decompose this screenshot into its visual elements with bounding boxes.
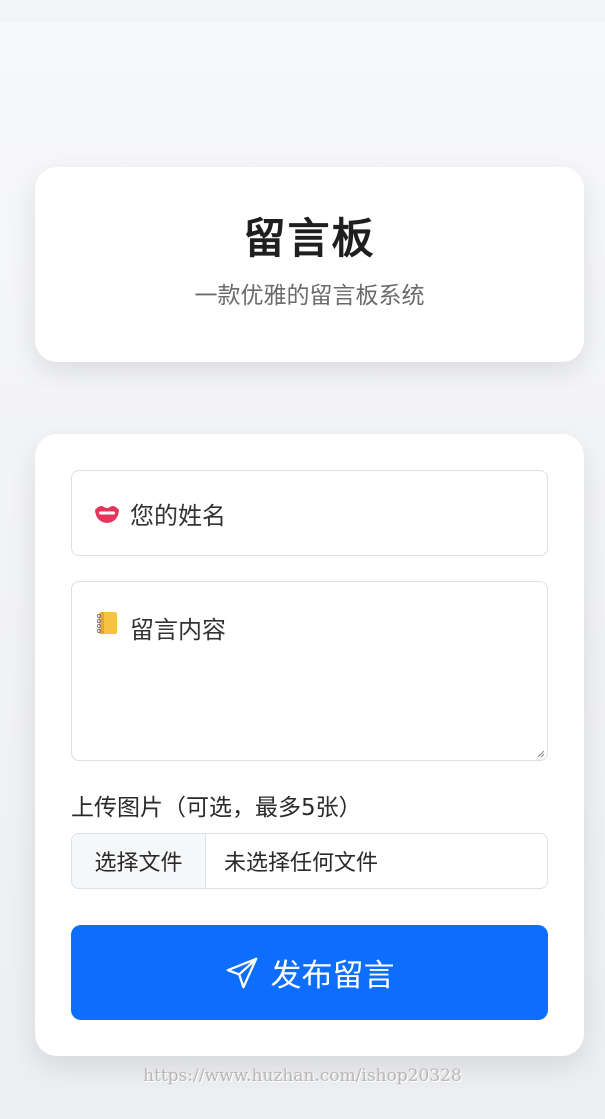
resize-handle-icon[interactable] — [537, 750, 545, 758]
submit-button[interactable]: 发布留言 — [71, 925, 548, 1020]
header-card: 留言板 一款优雅的留言板系统 — [35, 167, 584, 362]
name-placeholder: 您的姓名 — [130, 501, 226, 530]
lips-emoji-icon — [95, 506, 119, 523]
submit-label: 发布留言 — [270, 958, 395, 994]
message-placeholder: 留言内容 — [130, 616, 226, 644]
watermark: https://www.huzhan.com/ishop20328 — [143, 1066, 462, 1086]
name-input[interactable]: 您的姓名 — [71, 470, 548, 556]
file-status-text: 未选择任何文件 — [224, 851, 379, 876]
top-strip — [0, 0, 605, 22]
upload-label: 上传图片（可选，最多5张） — [71, 795, 362, 821]
file-upload-input[interactable]: 选择文件 未选择任何文件 — [71, 833, 548, 889]
send-icon — [226, 957, 257, 988]
notebook-emoji-icon — [96, 612, 117, 634]
message-textarea[interactable]: 留言内容 — [71, 581, 548, 761]
page-subtitle: 一款优雅的留言板系统 — [194, 283, 425, 309]
message-form: 您的姓名 留言内容 上传图片（可选，最多5张） 选择文件 未选择任何文件 发布留… — [35, 434, 584, 1056]
choose-file-button[interactable]: 选择文件 — [72, 834, 206, 888]
page-title: 留言板 — [243, 214, 376, 263]
